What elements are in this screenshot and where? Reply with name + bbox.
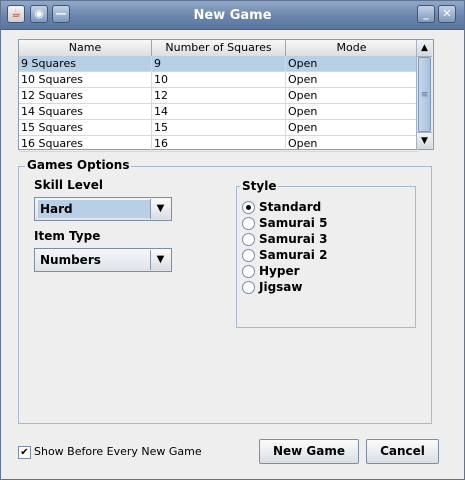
skill-level-value: Hard xyxy=(38,200,152,218)
radio-icon[interactable] xyxy=(242,233,255,246)
table-cell: 10 Squares xyxy=(19,72,152,88)
scroll-thumb[interactable]: ≡ xyxy=(418,57,431,132)
table-scrollbar[interactable]: ▲ ≡ ▼ xyxy=(416,40,433,149)
chevron-down-icon[interactable]: ▼ xyxy=(150,199,170,219)
table-cell: Open xyxy=(286,56,418,72)
radio-icon[interactable] xyxy=(242,217,255,230)
column-header-squares[interactable]: Number of Squares xyxy=(152,40,286,56)
close-icon[interactable]: ✕ xyxy=(438,5,456,23)
item-type-dropdown[interactable]: Numbers ▼ xyxy=(34,248,172,272)
table-cell: Open xyxy=(286,136,418,152)
style-title: Style xyxy=(240,179,279,193)
radio-label: Jigsaw xyxy=(259,280,303,294)
table-row[interactable]: 15 Squares 15 Open xyxy=(19,120,418,136)
radio-icon[interactable] xyxy=(242,249,255,262)
show-before-checkbox[interactable]: ✔ xyxy=(18,446,31,459)
scroll-down-icon[interactable]: ▼ xyxy=(417,132,432,149)
table-cell: 10 xyxy=(152,72,286,88)
radio-label: Hyper xyxy=(259,264,300,278)
radio-label: Samurai 5 xyxy=(259,216,328,230)
table-body: 9 Squares 9 Open 10 Squares 10 Open 12 Squares… xyxy=(19,56,418,152)
table-cell: Open xyxy=(286,88,418,104)
table-row[interactable]: 12 Squares 12 Open xyxy=(19,88,418,104)
skill-level-label: Skill Level xyxy=(34,178,103,192)
minimize-icon[interactable]: _ xyxy=(417,5,435,23)
table-cell: 9 Squares xyxy=(19,56,152,72)
skill-level-dropdown[interactable]: Hard ▼ xyxy=(34,197,172,221)
table-cell: 12 xyxy=(152,88,286,104)
table-cell: 14 xyxy=(152,104,286,120)
table-cell: Open xyxy=(286,120,418,136)
table-cell: Open xyxy=(286,72,418,88)
table-cell: Open xyxy=(286,104,418,120)
column-header-name[interactable]: Name xyxy=(19,40,152,56)
table-row[interactable]: 10 Squares 10 Open xyxy=(19,72,418,88)
radio-icon[interactable] xyxy=(242,281,255,294)
chevron-down-icon[interactable]: ▼ xyxy=(150,250,170,270)
table-row[interactable]: 16 Squares 16 Open xyxy=(19,136,418,152)
radio-icon[interactable] xyxy=(242,201,255,214)
window-title: New Game xyxy=(193,8,272,23)
item-type-label: Item Type xyxy=(34,229,101,243)
radio-label: Standard xyxy=(259,200,322,214)
table-cell: 16 xyxy=(152,136,286,152)
table-row[interactable]: 9 Squares 9 Open xyxy=(19,56,418,72)
table-cell: 14 Squares xyxy=(19,104,152,120)
table-cell: 9 xyxy=(152,56,286,72)
table-cell: 15 xyxy=(152,120,286,136)
radio-label: Samurai 3 xyxy=(259,232,328,246)
radio-icon[interactable] xyxy=(242,265,255,278)
table-cell: 12 Squares xyxy=(19,88,152,104)
table-cell: 15 Squares xyxy=(19,120,152,136)
table-cell: 16 Squares xyxy=(19,136,152,152)
radio-label: Samurai 2 xyxy=(259,248,328,262)
checkmark-icon: ✔ xyxy=(20,447,29,458)
table-row[interactable]: 14 Squares 14 Open xyxy=(19,104,418,120)
cancel-button[interactable]: Cancel xyxy=(366,439,439,464)
table-header: Name Number of Squares Mode xyxy=(19,40,418,57)
game-table[interactable]: Name Number of Squares Mode 9 Squares 9 Op… xyxy=(18,39,434,152)
games-options-title: Games Options xyxy=(25,158,132,172)
title-bar[interactable]: ☕ ◉ — New Game _ ✕ xyxy=(1,1,464,30)
scroll-up-icon[interactable]: ▲ xyxy=(417,40,432,57)
show-before-label: Show Before Every New Game xyxy=(34,445,202,458)
new-game-button[interactable]: New Game xyxy=(259,439,359,464)
item-type-value: Numbers xyxy=(40,253,101,267)
column-header-mode[interactable]: Mode xyxy=(286,40,418,56)
